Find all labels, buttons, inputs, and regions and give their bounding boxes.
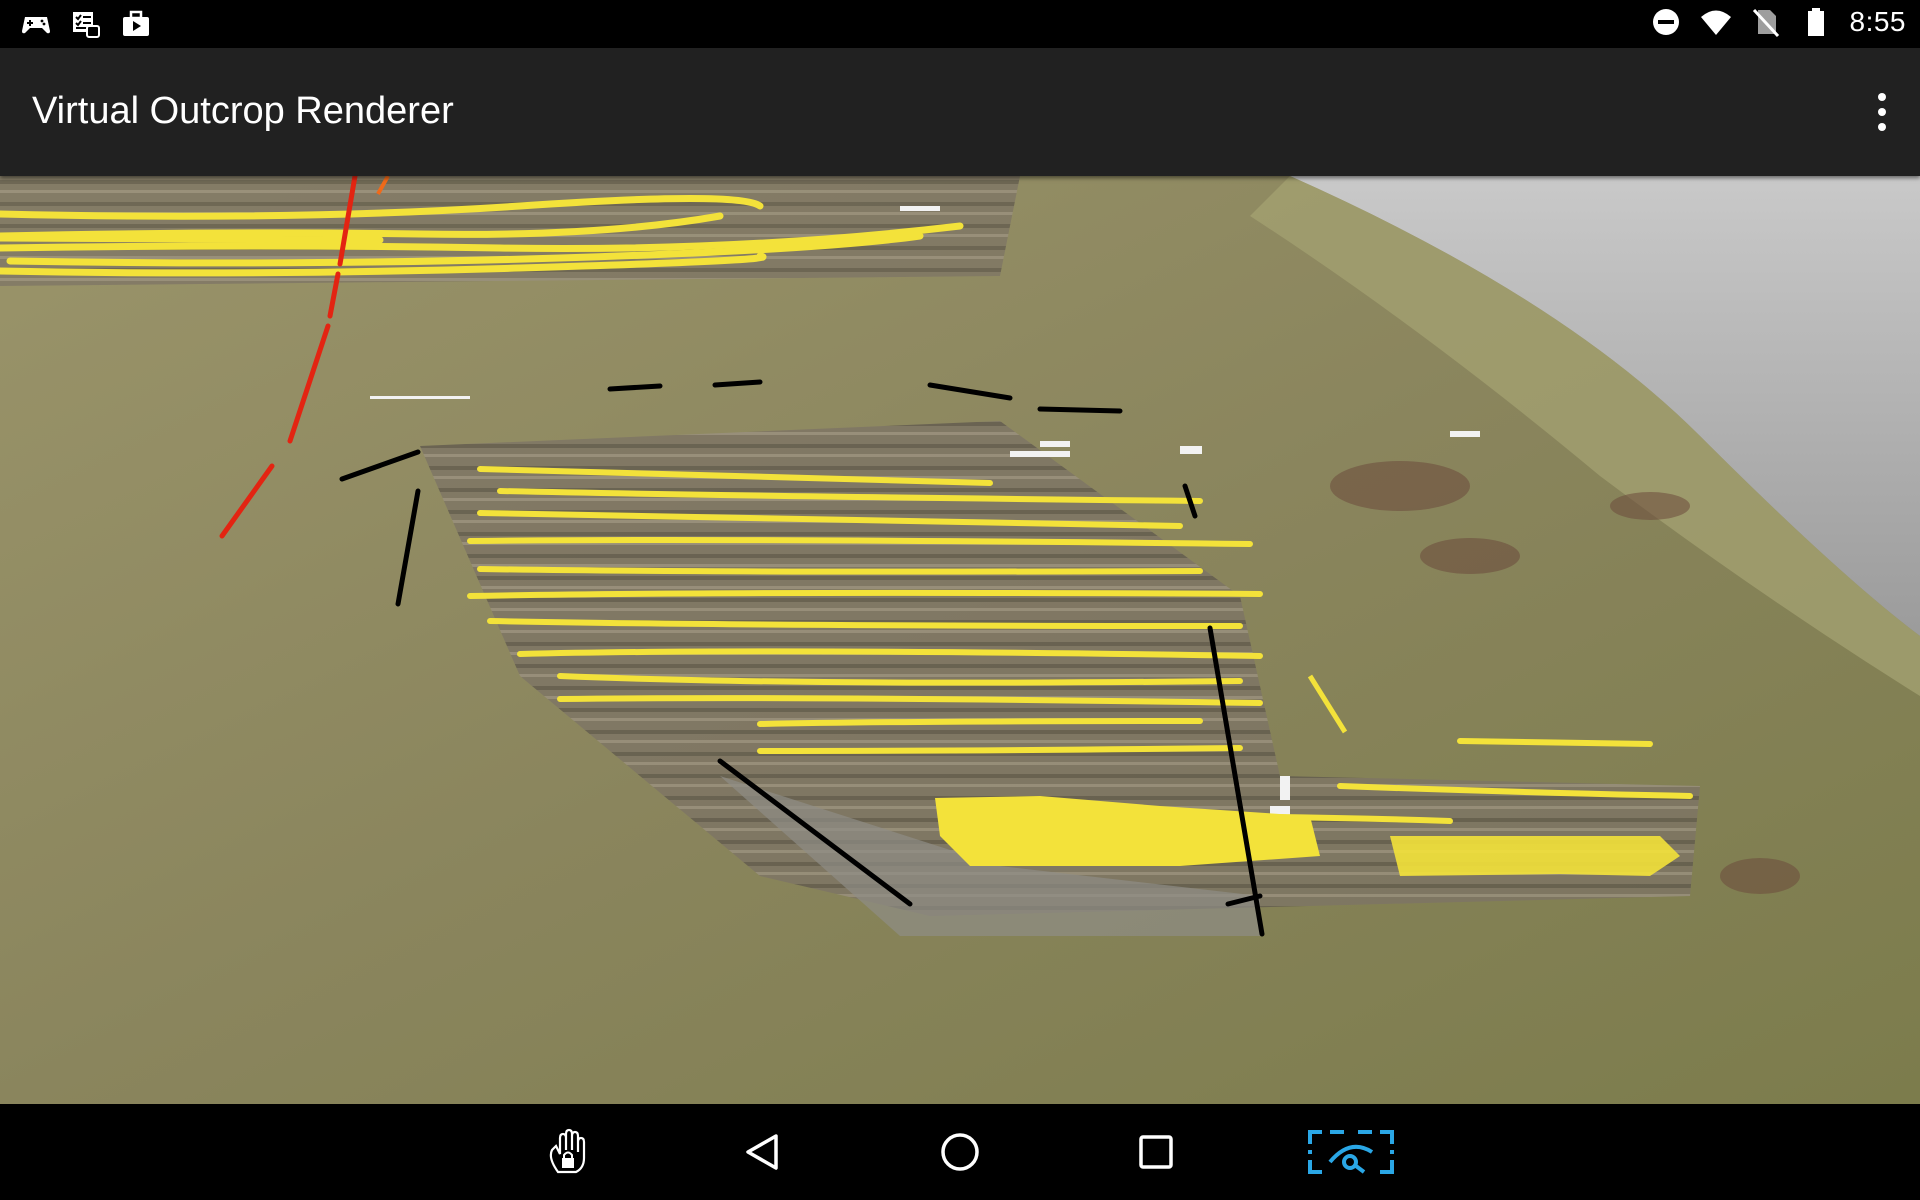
screen-capture-icon[interactable] [1306,1128,1396,1176]
clock: 8:55 [1849,6,1906,37]
notes-checklist-icon [73,12,100,38]
outcrop-model-render [0,176,1920,1104]
briefcase-play-icon [123,10,149,36]
touch-lock-icon[interactable] [538,1128,602,1176]
game-controller-icon [22,17,50,34]
navigation-bar [0,1104,1920,1200]
wifi-icon [1700,10,1731,35]
back-icon[interactable] [732,1128,796,1176]
no-sim-icon [1752,8,1779,38]
more-vert-icon[interactable] [1862,88,1902,136]
recents-icon[interactable] [1124,1128,1188,1176]
app-bar: Virtual Outcrop Renderer [0,48,1920,176]
outcrop-3d-viewport[interactable] [0,176,1920,1104]
app-title: Virtual Outcrop Renderer [32,90,454,132]
do-not-disturb-icon [1652,9,1679,35]
status-bar: 8:55 [0,0,1920,48]
battery-icon [1807,8,1824,36]
bedding-surface-fill-right [1390,836,1680,876]
home-icon[interactable] [928,1128,992,1176]
